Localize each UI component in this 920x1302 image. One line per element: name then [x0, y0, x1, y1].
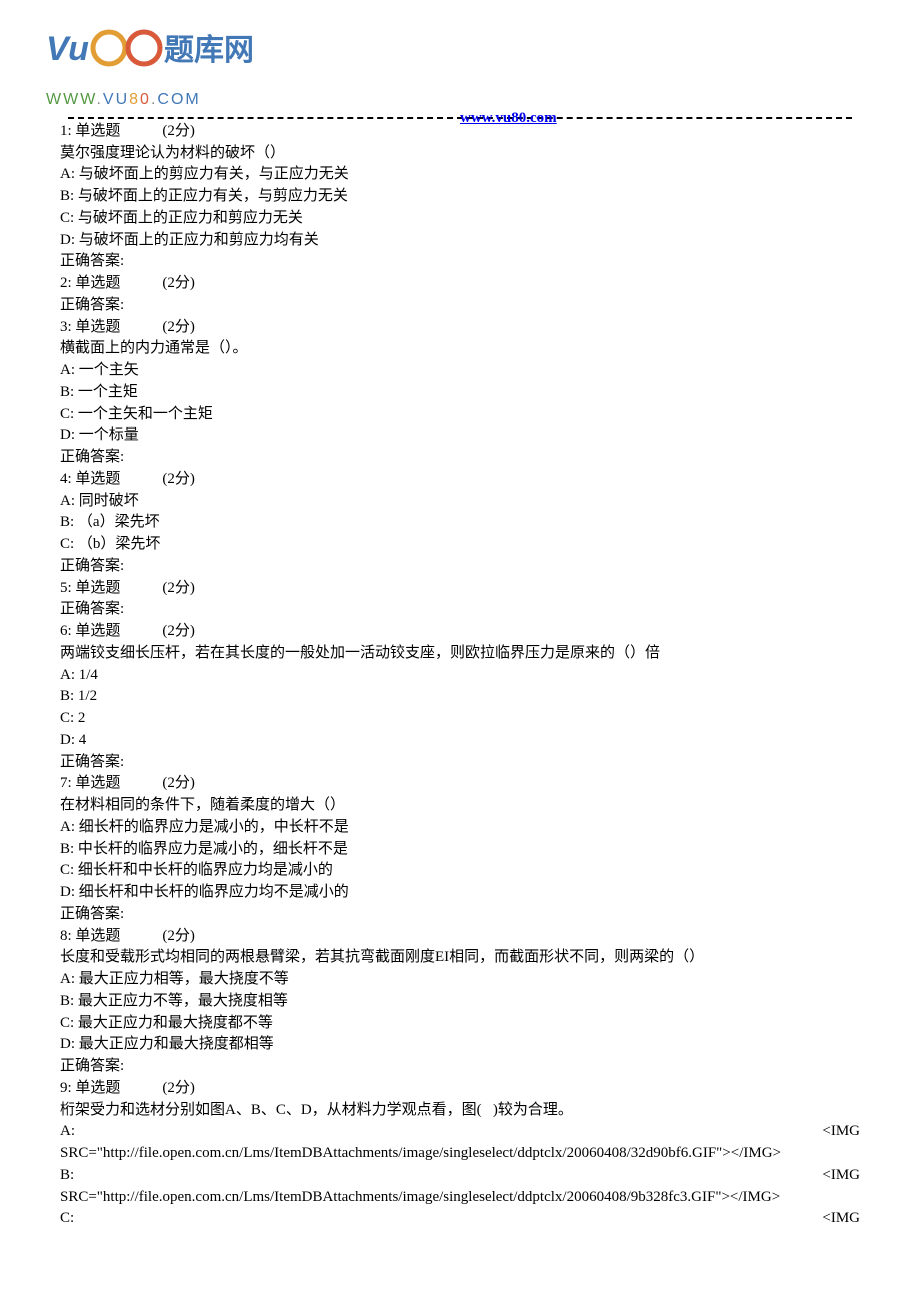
option-d: D: 4 — [60, 730, 860, 752]
q-num: 6: 单选题 — [60, 623, 120, 639]
answer-label: 正确答案: — [60, 295, 860, 317]
question-stem: 长度和受载形式均相同的两根悬臂梁，若其抗弯截面刚度EI相同，而截面形状不同，则两… — [60, 947, 860, 969]
option-b: B: 一个主矩 — [60, 382, 860, 404]
option-a: A: 同时破坏 — [60, 491, 860, 513]
answer-label: 正确答案: — [60, 752, 860, 774]
img-tag-text: <IMG — [822, 1121, 860, 1143]
question-header: 2: 单选题 (2分) — [60, 273, 860, 295]
option-b: B: 最大正应力不等，最大挠度相等 — [60, 991, 860, 1013]
option-a: A: 最大正应力相等，最大挠度不等 — [60, 969, 860, 991]
logo-image: Vu 题库网 — [46, 24, 256, 82]
question-stem: 桁架受力和选材分别如图A、B、C、D，从材料力学观点看，图( )较为合理。 — [60, 1100, 860, 1122]
q-num: 7: 单选题 — [60, 775, 120, 791]
q-points: (2分) — [162, 319, 195, 335]
question-header: 4: 单选题 (2分) — [60, 469, 860, 491]
question-header: 9: 单选题 (2分) — [60, 1078, 860, 1100]
option-b-src: SRC="http://file.open.com.cn/Lms/ItemDBA… — [60, 1187, 860, 1209]
option-b: B: 1/2 — [60, 686, 860, 708]
q-points: (2分) — [162, 471, 195, 487]
option-c-row: C: <IMG — [60, 1208, 860, 1230]
option-a-src: SRC="http://file.open.com.cn/Lms/ItemDBA… — [60, 1143, 860, 1165]
question-header: 8: 单选题 (2分) — [60, 926, 860, 948]
option-a: A: 1/4 — [60, 665, 860, 687]
question-header: 7: 单选题 (2分) — [60, 773, 860, 795]
answer-label: 正确答案: — [60, 599, 860, 621]
option-b-prefix: B: — [60, 1165, 74, 1187]
q-points: (2分) — [162, 623, 195, 639]
img-tag-text: <IMG — [822, 1208, 860, 1230]
q-points: (2分) — [162, 1080, 195, 1096]
option-b-row: B: <IMG — [60, 1165, 860, 1187]
q-num: 4: 单选题 — [60, 471, 120, 487]
option-c: C: 最大正应力和最大挠度都不等 — [60, 1013, 860, 1035]
option-b: B: （a）梁先坏 — [60, 512, 860, 534]
answer-label: 正确答案: — [60, 447, 860, 469]
option-c: C: 与破坏面上的正应力和剪应力无关 — [60, 208, 860, 230]
option-a: A: 细长杆的临界应力是减小的，中长杆不是 — [60, 817, 860, 839]
q-num: 3: 单选题 — [60, 319, 120, 335]
svg-text:题库网: 题库网 — [164, 34, 254, 67]
img-tag-text: <IMG — [822, 1165, 860, 1187]
option-a: A: 与破坏面上的剪应力有关，与正应力无关 — [60, 164, 860, 186]
option-b: B: 中长杆的临界应力是减小的，细长杆不是 — [60, 839, 860, 861]
q-points: (2分) — [162, 275, 195, 291]
option-d: D: 一个标量 — [60, 425, 860, 447]
question-stem: 两端铰支细长压杆，若在其长度的一般处加一活动铰支座，则欧拉临界压力是原来的（）倍 — [60, 643, 860, 665]
q-num: 8: 单选题 — [60, 928, 120, 944]
site-logo: Vu 题库网 WWW.VU80.COM — [46, 24, 920, 111]
option-d: D: 细长杆和中长杆的临界应力均不是减小的 — [60, 882, 860, 904]
option-a: A: 一个主矢 — [60, 360, 860, 382]
answer-label: 正确答案: — [60, 251, 860, 273]
q-num: 5: 单选题 — [60, 580, 120, 596]
question-header: 3: 单选题 (2分) — [60, 317, 860, 339]
option-d: D: 与破坏面上的正应力和剪应力均有关 — [60, 230, 860, 252]
q-points: (2分) — [162, 928, 195, 944]
option-c: C: 2 — [60, 708, 860, 730]
question-stem: 横截面上的内力通常是（）。 — [60, 338, 860, 360]
question-stem: 莫尔强度理论认为材料的破坏（） — [60, 143, 860, 165]
option-c: C: 细长杆和中长杆的临界应力均是减小的 — [60, 860, 860, 882]
option-d: D: 最大正应力和最大挠度都相等 — [60, 1034, 860, 1056]
option-a-row: A: <IMG — [60, 1121, 860, 1143]
answer-label: 正确答案: — [60, 904, 860, 926]
option-c-prefix: C: — [60, 1208, 74, 1230]
q-points: (2分) — [162, 123, 195, 139]
question-header: 6: 单选题 (2分) — [60, 621, 860, 643]
option-c: C: 一个主矢和一个主矩 — [60, 404, 860, 426]
q-num: 9: 单选题 — [60, 1080, 120, 1096]
page-header: Vu 题库网 WWW.VU80.COM www.vu80.com — [0, 0, 920, 111]
svg-text:Vu: Vu — [46, 30, 89, 68]
answer-label: 正确答案: — [60, 556, 860, 578]
q-points: (2分) — [162, 775, 195, 791]
q-num: 2: 单选题 — [60, 275, 120, 291]
question-header: 5: 单选题 (2分) — [60, 578, 860, 600]
answer-label: 正确答案: — [60, 1056, 860, 1078]
option-b: B: 与破坏面上的正应力有关，与剪应力无关 — [60, 186, 860, 208]
question-stem: 在材料相同的条件下，随着柔度的增大（） — [60, 795, 860, 817]
option-c: C: （b）梁先坏 — [60, 534, 860, 556]
option-a-prefix: A: — [60, 1121, 75, 1143]
document-content: 1: 单选题 (2分) 莫尔强度理论认为材料的破坏（） A: 与破坏面上的剪应力有… — [0, 121, 920, 1230]
q-num: 1: 单选题 — [60, 123, 120, 139]
site-url-link[interactable]: www.vu80.com — [460, 108, 557, 130]
q-points: (2分) — [162, 580, 195, 596]
